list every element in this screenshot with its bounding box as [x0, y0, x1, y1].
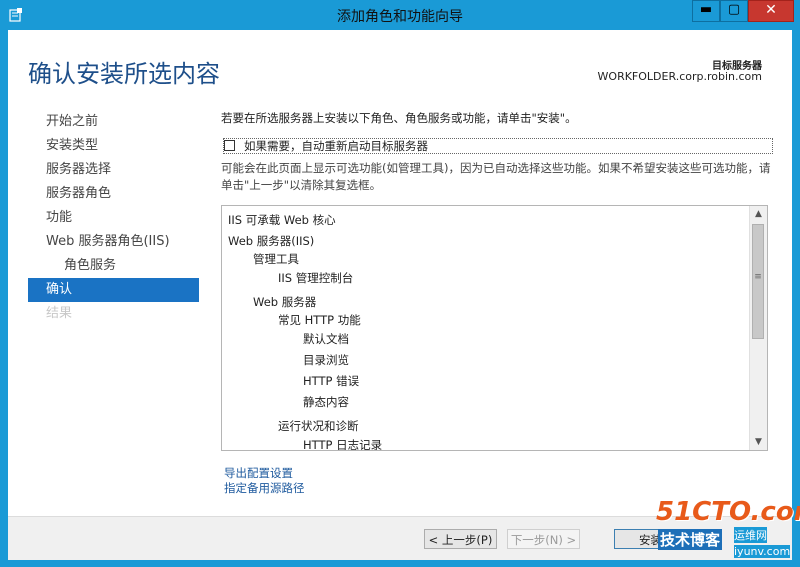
- maximize-button[interactable]: ▢: [720, 0, 748, 22]
- scroll-down-icon[interactable]: ▼: [750, 434, 767, 450]
- nav-item-web-server-role[interactable]: Web 服务器角色(IIS): [28, 230, 199, 254]
- nav-item-confirmation[interactable]: 确认: [28, 278, 199, 302]
- selection-listbox[interactable]: IIS 可承载 Web 核心 Web 服务器(IIS) 管理工具 IIS 管理控…: [221, 205, 768, 451]
- list-item: 默认文档: [303, 332, 349, 346]
- close-button[interactable]: ✕: [748, 0, 794, 22]
- scroll-thumb[interactable]: ≡: [752, 224, 764, 339]
- nav-item-server-selection[interactable]: 服务器选择: [28, 158, 199, 182]
- next-button: 下一步(N) >: [507, 529, 580, 549]
- nav-item-results: 结果: [46, 306, 73, 321]
- list-scrollbar[interactable]: ▲ ≡ ▼: [749, 206, 767, 450]
- previous-button[interactable]: < 上一步(P): [424, 529, 497, 549]
- list-item: 运行状况和诊断: [278, 419, 359, 433]
- target-server-value: WORKFOLDER.corp.robin.com: [597, 70, 762, 83]
- window-title: 添加角色和功能向导: [337, 9, 463, 25]
- wizard-window: 添加角色和功能向导 ▬ ▢ ✕ 确认安装所选内容 目标服务器 WORKFOLDE…: [0, 0, 800, 567]
- export-config-link[interactable]: 导出配置设置: [224, 465, 293, 481]
- list-item: 目录浏览: [303, 353, 349, 367]
- restart-label[interactable]: 如果需要，自动重新启动目标服务器: [244, 138, 428, 154]
- watermark-tag: 运维网: [734, 527, 767, 543]
- nav-item-features[interactable]: 功能: [28, 206, 199, 230]
- close-icon: ✕: [765, 2, 777, 18]
- nav-item-server-roles[interactable]: 服务器角色: [28, 182, 199, 206]
- optional-features-note: 可能会在此页面上显示可选功能(如管理工具)，因为已自动选择这些功能。如果不希望安…: [221, 161, 771, 192]
- scroll-up-icon[interactable]: ▲: [750, 206, 767, 222]
- alternate-source-link[interactable]: 指定备用源路径: [224, 480, 305, 496]
- nav-item-role-services[interactable]: 角色服务: [28, 254, 199, 278]
- window-controls: ▬ ▢ ✕: [692, 0, 794, 22]
- minimize-button[interactable]: ▬: [692, 0, 720, 22]
- list-item: 静态内容: [303, 395, 349, 409]
- nav-item-installation-type[interactable]: 安装类型: [28, 134, 199, 158]
- instruction-text: 若要在所选服务器上安装以下角色、角色服务或功能，请单击"安装"。: [221, 111, 577, 125]
- watermark-url: iyunv.com: [734, 545, 791, 558]
- list-item: 管理工具: [253, 252, 299, 266]
- page-title: 确认安装所选内容: [28, 60, 220, 88]
- list-item: IIS 可承载 Web 核心: [228, 213, 336, 227]
- wizard-client: 确认安装所选内容 目标服务器 WORKFOLDER.corp.robin.com…: [8, 30, 792, 560]
- list-item: 常见 HTTP 功能: [278, 313, 361, 327]
- title-bar[interactable]: 添加角色和功能向导 ▬ ▢ ✕: [0, 0, 800, 30]
- grip-icon: ≡: [754, 272, 762, 282]
- maximize-icon: ▢: [727, 2, 741, 17]
- restart-checkbox[interactable]: [224, 140, 235, 151]
- restart-option[interactable]: 如果需要，自动重新启动目标服务器: [223, 138, 773, 154]
- list-item: Web 服务器: [253, 295, 317, 309]
- list-item: Web 服务器(IIS): [228, 234, 315, 248]
- wizard-nav: 开始之前 安装类型 服务器选择 服务器角色 功能 Web 服务器角色(IIS) …: [28, 110, 199, 326]
- nav-item-before-you-begin[interactable]: 开始之前: [28, 110, 199, 134]
- list-item: HTTP 日志记录: [303, 438, 383, 451]
- site-watermark: 51CTO.com 技术博客 运维网 iyunv.com: [650, 497, 800, 567]
- list-item: HTTP 错误: [303, 374, 360, 388]
- watermark-subtitle: 技术博客: [658, 529, 723, 550]
- list-item: IIS 管理控制台: [278, 271, 354, 285]
- minimize-icon: ▬: [699, 2, 713, 17]
- watermark-logo-text: 51CTO.com: [656, 497, 800, 527]
